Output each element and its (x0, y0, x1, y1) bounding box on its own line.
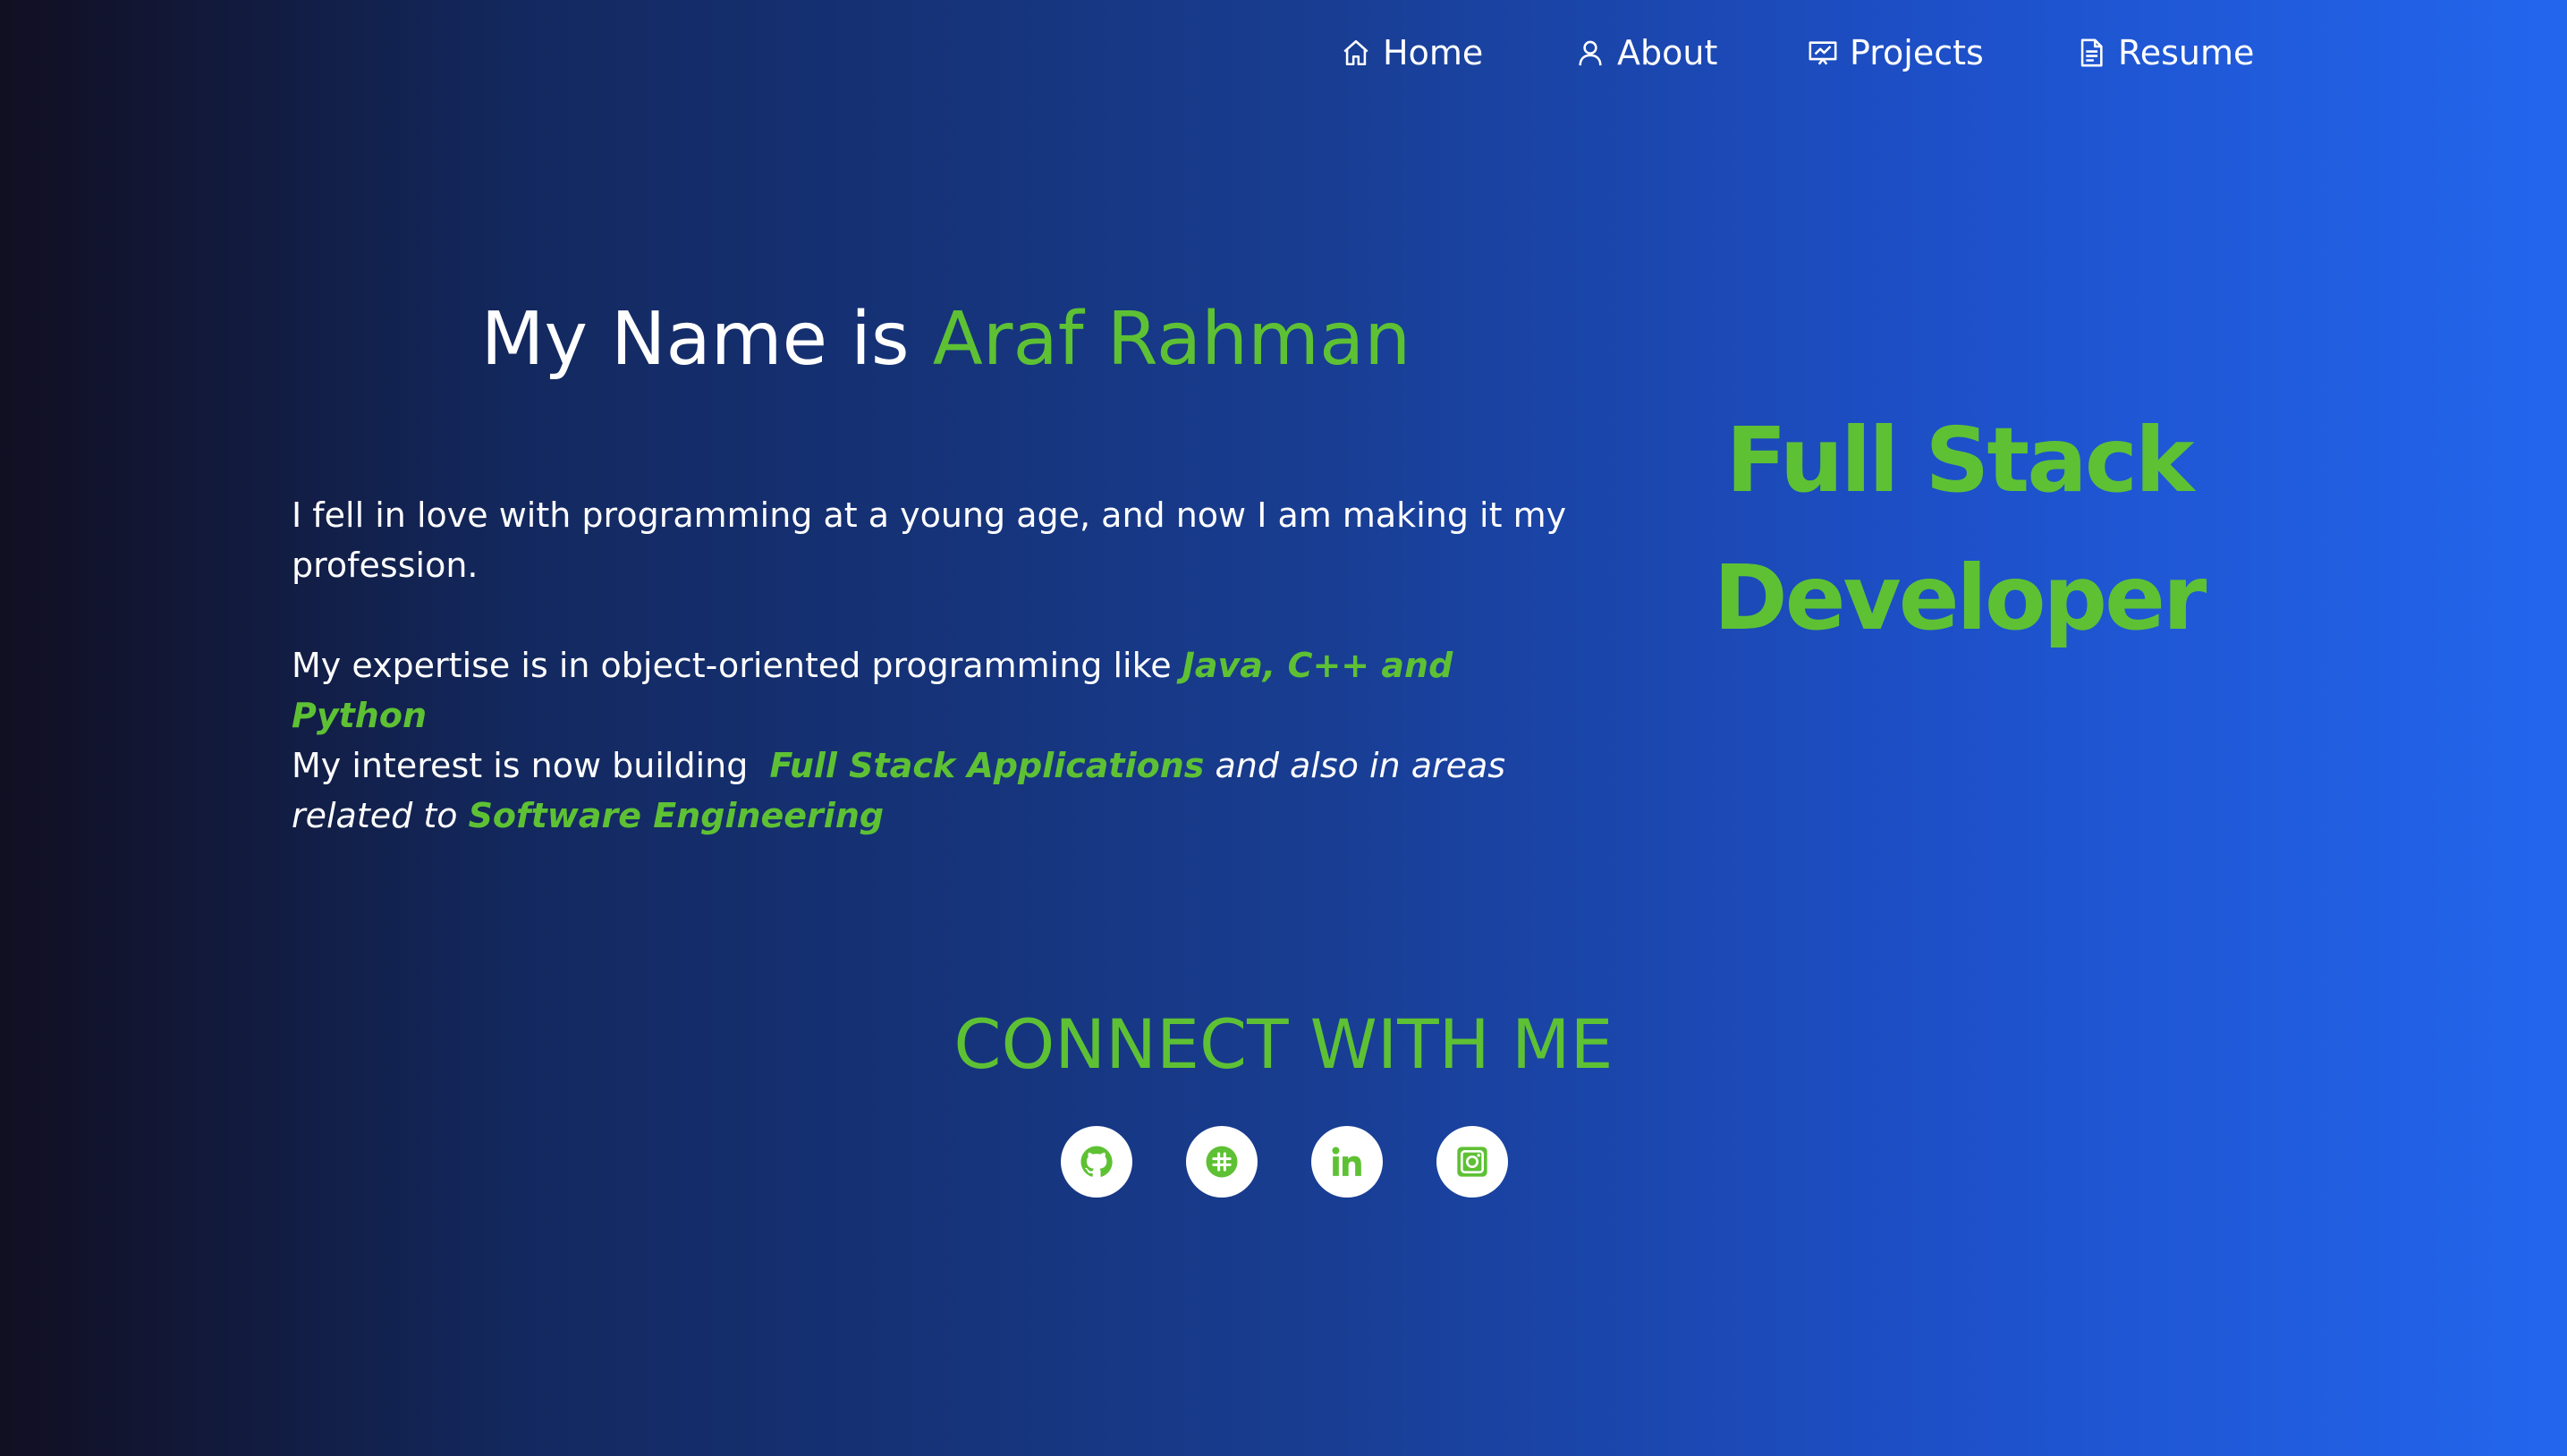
slack-link[interactable] (1186, 1126, 1258, 1198)
hero-title-prefix: My Name is (480, 297, 933, 382)
home-icon (1340, 37, 1372, 69)
expertise-text: My expertise is in object-oriented progr… (292, 646, 1182, 685)
nav-item-projects[interactable]: Projects (1807, 30, 1984, 75)
nav-label-about: About (1617, 33, 1718, 72)
interest-full-stack: Full Stack Applications (769, 746, 1205, 785)
social-links (1061, 1126, 1508, 1198)
interest-software-engineering: Software Engineering (468, 796, 885, 835)
nav-item-resume[interactable]: Resume (2075, 30, 2254, 75)
top-navigation: Home About Projects Resume (0, 30, 2567, 75)
document-icon (2075, 37, 2107, 69)
hero-title: My Name is Araf Rahman (0, 295, 1892, 385)
nav-label-home: Home (1383, 33, 1484, 72)
nav-item-about[interactable]: About (1574, 30, 1717, 75)
github-link[interactable] (1061, 1126, 1132, 1198)
intro-paragraph-expertise: My expertise is in object-oriented progr… (292, 640, 1580, 741)
user-icon (1574, 37, 1606, 69)
hero-name: Araf Rahman (932, 297, 1411, 382)
intro-paragraph-interest: My interest is now building Full Stack A… (292, 741, 1580, 841)
github-icon (1080, 1146, 1113, 1177)
nav-label-projects: Projects (1850, 33, 1984, 72)
nav-label-resume: Resume (2118, 33, 2255, 72)
presentation-icon (1807, 37, 1839, 69)
linkedin-icon (1332, 1147, 1361, 1176)
slack-icon (1206, 1146, 1238, 1178)
instagram-link[interactable] (1436, 1126, 1508, 1198)
role-line-1: Full Stack (1725, 408, 2195, 512)
interest-text: My interest is now building (292, 746, 770, 785)
linkedin-link[interactable] (1311, 1126, 1383, 1198)
role-title: Full Stack Developer (1664, 392, 2254, 667)
connect-title: CONNECT WITH ME (953, 1004, 1614, 1084)
instagram-icon (1457, 1147, 1487, 1177)
role-line-2: Developer (1713, 546, 2207, 650)
nav-item-home[interactable]: Home (1340, 30, 1483, 75)
intro-paragraph-love: I fell in love with programming at a you… (292, 495, 1567, 585)
